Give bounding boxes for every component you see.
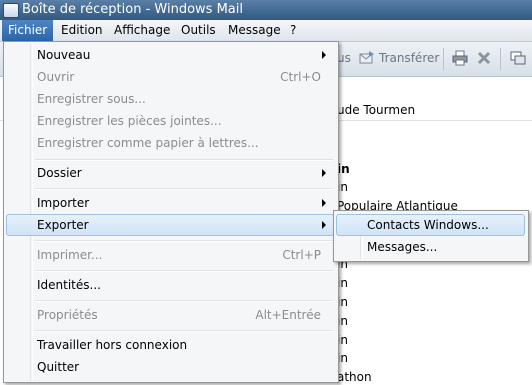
menu-item-proprietes[interactable]: Propriétés Alt+Entrée bbox=[6, 304, 334, 326]
submenu-item-messages[interactable]: Messages... bbox=[336, 236, 525, 258]
menu-item-label: Quitter bbox=[37, 360, 80, 374]
menu-item-quitter[interactable]: Quitter bbox=[6, 356, 334, 378]
forward-icon bbox=[359, 51, 374, 64]
menu-affichage[interactable]: Affichage bbox=[114, 23, 170, 37]
menu-message[interactable]: Message bbox=[228, 23, 281, 37]
menu-item-shortcut: Alt+Entrée bbox=[255, 308, 321, 322]
menu-item-enregistrer-sous[interactable]: Enregistrer sous... bbox=[6, 88, 334, 110]
export-submenu: Contacts Windows... Messages... bbox=[333, 210, 529, 262]
menu-item-identites[interactable]: Identités... bbox=[6, 274, 334, 296]
menu-separator bbox=[35, 270, 333, 272]
windows-mail-icon bbox=[3, 3, 19, 18]
menu-separator bbox=[35, 188, 333, 190]
menu-item-label: Travailler hors connexion bbox=[37, 338, 188, 352]
menu-help[interactable]: ? bbox=[290, 23, 296, 37]
submenu-arrow-icon bbox=[322, 169, 326, 177]
menu-item-nouveau[interactable]: Nouveau bbox=[6, 44, 334, 66]
menu-item-label: Imprimer... bbox=[37, 248, 103, 262]
send-receive-icon[interactable] bbox=[510, 50, 526, 66]
menu-item-imprimer[interactable]: Imprimer... Ctrl+P bbox=[6, 244, 334, 266]
submenu-item-contacts-windows[interactable]: Contacts Windows... bbox=[336, 214, 525, 236]
reply-all-button[interactable]: us bbox=[337, 51, 351, 65]
submenu-arrow-icon bbox=[322, 221, 326, 229]
menu-item-dossier[interactable]: Dossier bbox=[6, 162, 334, 184]
menu-item-shortcut: Ctrl+O bbox=[280, 70, 321, 84]
menu-separator bbox=[35, 300, 333, 302]
menu-item-label: Messages... bbox=[367, 240, 438, 254]
menu-edition[interactable]: Edition bbox=[61, 23, 103, 37]
menu-item-ouvrir[interactable]: Ouvrir Ctrl+O bbox=[6, 66, 334, 88]
title-bar: Boîte de réception - Windows Mail bbox=[0, 0, 532, 20]
list-item[interactable]: ude Tourmen bbox=[337, 103, 415, 117]
menu-item-shortcut: Ctrl+P bbox=[282, 248, 321, 262]
menu-fichier[interactable]: Fichier bbox=[2, 20, 54, 41]
submenu-arrow-icon bbox=[322, 51, 326, 59]
toolbar-divider bbox=[443, 48, 444, 70]
menu-separator bbox=[35, 330, 333, 332]
menu-item-label: Contacts Windows... bbox=[367, 218, 489, 232]
submenu-arrow-icon bbox=[322, 199, 326, 207]
menu-item-label: Importer bbox=[37, 196, 90, 210]
file-menu: Nouveau Ouvrir Ctrl+O Enregistrer sous..… bbox=[3, 41, 339, 383]
menu-item-travailler-hors-connexion[interactable]: Travailler hors connexion bbox=[6, 334, 334, 356]
menu-item-exporter[interactable]: Exporter bbox=[6, 214, 334, 236]
menu-item-label: Ouvrir bbox=[37, 70, 75, 84]
menu-item-label: Propriétés bbox=[37, 308, 98, 322]
menu-bar: Fichier Edition Affichage Outils Message… bbox=[0, 20, 532, 42]
menu-outils[interactable]: Outils bbox=[181, 23, 216, 37]
menu-item-label: Enregistrer sous... bbox=[37, 92, 146, 106]
menu-item-label: Identités... bbox=[37, 278, 101, 292]
menu-item-label: Exporter bbox=[37, 218, 89, 232]
delete-icon[interactable] bbox=[476, 50, 492, 66]
toolbar-divider-2 bbox=[500, 48, 501, 70]
list-item[interactable]: athon bbox=[337, 370, 372, 384]
menu-separator bbox=[35, 240, 333, 242]
menu-item-enregistrer-papier[interactable]: Enregistrer comme papier à lettres... bbox=[6, 132, 334, 154]
menu-separator bbox=[35, 159, 333, 161]
menu-item-label: Dossier bbox=[37, 166, 82, 180]
menu-item-label: Enregistrer les pièces jointes... bbox=[37, 114, 222, 128]
menu-item-enregistrer-pieces-jointes[interactable]: Enregistrer les pièces jointes... bbox=[6, 110, 334, 132]
menu-item-label: Enregistrer comme papier à lettres... bbox=[37, 136, 259, 150]
menu-item-importer[interactable]: Importer bbox=[6, 192, 334, 214]
window-title: Boîte de réception - Windows Mail bbox=[22, 2, 243, 17]
forward-button[interactable]: Transférer bbox=[379, 51, 439, 65]
print-icon[interactable] bbox=[452, 50, 468, 66]
menu-item-label: Nouveau bbox=[37, 48, 91, 62]
